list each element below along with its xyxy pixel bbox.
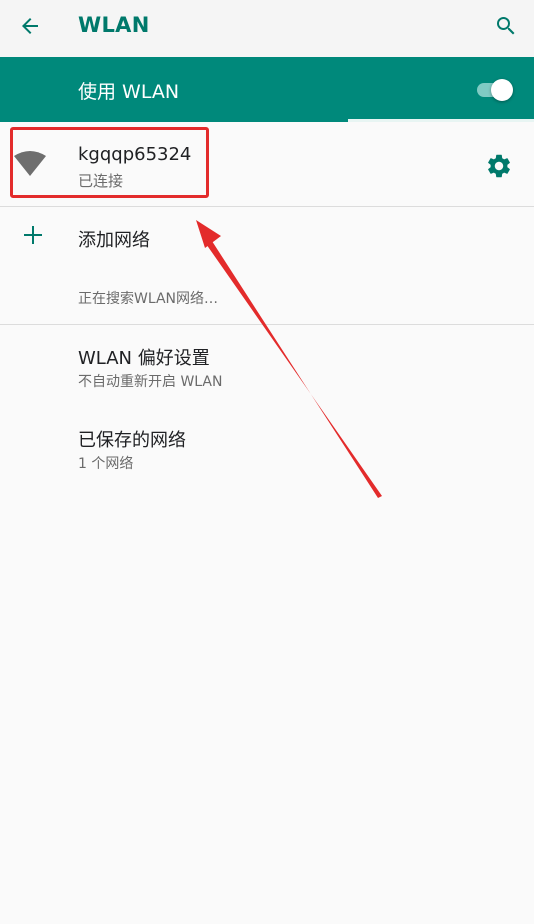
wlan-toggle[interactable] bbox=[475, 78, 515, 102]
saved-networks-row[interactable]: 已保存的网络 1 个网络 bbox=[0, 412, 534, 482]
wlan-master-switch-bar[interactable]: 使用 WLAN bbox=[0, 57, 534, 122]
add-network-row[interactable]: 添加网络 bbox=[0, 208, 534, 268]
app-bar: WLAN bbox=[0, 0, 534, 57]
divider bbox=[0, 206, 534, 207]
search-button[interactable] bbox=[488, 8, 524, 44]
preferences-title: WLAN 偏好设置 bbox=[78, 348, 210, 369]
search-icon bbox=[497, 17, 515, 35]
divider bbox=[0, 324, 534, 325]
page-title: WLAN bbox=[78, 13, 150, 37]
preferences-subtitle: 不自动重新开启 WLAN bbox=[78, 374, 223, 390]
network-settings-button[interactable] bbox=[482, 149, 516, 183]
wlan-preferences-row[interactable]: WLAN 偏好设置 不自动重新开启 WLAN bbox=[0, 330, 534, 400]
back-button[interactable] bbox=[12, 8, 48, 44]
scan-progress-indicator bbox=[348, 119, 534, 122]
add-network-label: 添加网络 bbox=[78, 230, 150, 251]
annotation-highlight-box bbox=[10, 127, 209, 198]
master-switch-label: 使用 WLAN bbox=[78, 81, 180, 103]
arrow-left-icon bbox=[22, 18, 38, 34]
gear-icon bbox=[488, 154, 510, 178]
scan-status-text: 正在搜索WLAN网络… bbox=[78, 291, 219, 307]
saved-networks-subtitle: 1 个网络 bbox=[78, 456, 134, 472]
plus-icon bbox=[24, 226, 42, 244]
toggle-thumb bbox=[491, 79, 513, 101]
saved-networks-title: 已保存的网络 bbox=[78, 430, 186, 451]
